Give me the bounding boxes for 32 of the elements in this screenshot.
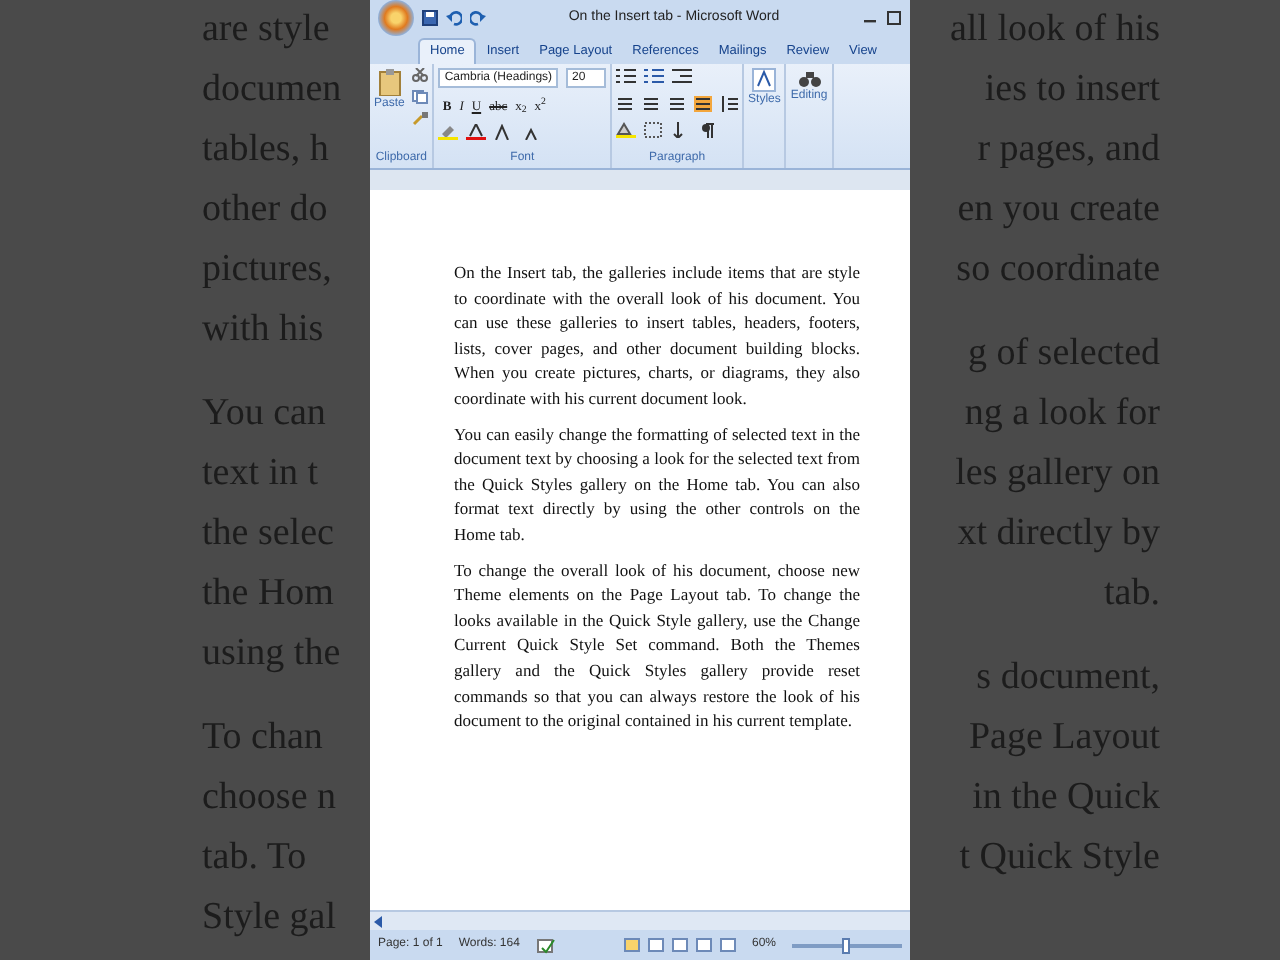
document-paragraph: You can easily change the formatting of selected text in the document text by choosing a look for the selected text from the Quick Styles gallery on the Home tab. You can also format text directly by using the other controls on the Home tab. [454, 421, 860, 548]
bullets-icon[interactable] [616, 68, 637, 84]
brush-icon[interactable] [412, 112, 429, 126]
document-paragraph: To change the overall look of his document, choose new Theme elements on the Page Layout tab. To change the looks available in the Quick Style gallery, use the Change Current Quick Style Set command. Both the Themes gallery and the Quick Styles gallery provide reset commands so that you can always restore the look of his document to the original contained in his current template. [454, 557, 860, 734]
indent-icon[interactable] [672, 68, 693, 84]
proofing-icon[interactable] [535, 937, 556, 953]
clipboard-icon[interactable] [377, 68, 402, 96]
borders-icon[interactable] [644, 122, 665, 139]
styles-icon[interactable] [752, 68, 777, 92]
align-icon[interactable] [694, 95, 713, 112]
reading-layout-icon[interactable] [647, 938, 664, 952]
scissors-icon[interactable] [412, 68, 429, 82]
save-icon[interactable] [422, 10, 438, 26]
undo-icon[interactable] [446, 10, 462, 26]
line-spacing-icon[interactable] [720, 95, 739, 112]
draft-icon[interactable] [719, 938, 736, 952]
pilcrow-icon[interactable] [700, 122, 717, 139]
document-paragraph: On the Insert tab, the galleries include items that are style to coordinate with the overall look of his document. You can use these galleries to insert tables, headers, footers, lists, cover pages, and other document building blocks. When you create pictures, charts, or diagrams, they also coordinate with his current document look. [454, 260, 860, 412]
numbering-icon[interactable] [644, 68, 665, 84]
highlighter-icon[interactable] [438, 124, 459, 141]
align-icon[interactable] [668, 95, 687, 112]
outline-icon[interactable] [695, 938, 712, 952]
copy-icon[interactable] [412, 90, 429, 104]
shading-icon[interactable] [616, 122, 637, 139]
zoom-thumb[interactable] [841, 937, 850, 953]
align-icon[interactable] [616, 95, 635, 112]
binoculars-icon[interactable] [797, 68, 822, 88]
web-layout-icon[interactable] [671, 938, 688, 952]
maximize-icon[interactable] [886, 10, 902, 26]
font-color-icon[interactable] [466, 124, 487, 141]
redo-icon[interactable] [470, 10, 486, 26]
align-icon[interactable] [642, 95, 661, 112]
